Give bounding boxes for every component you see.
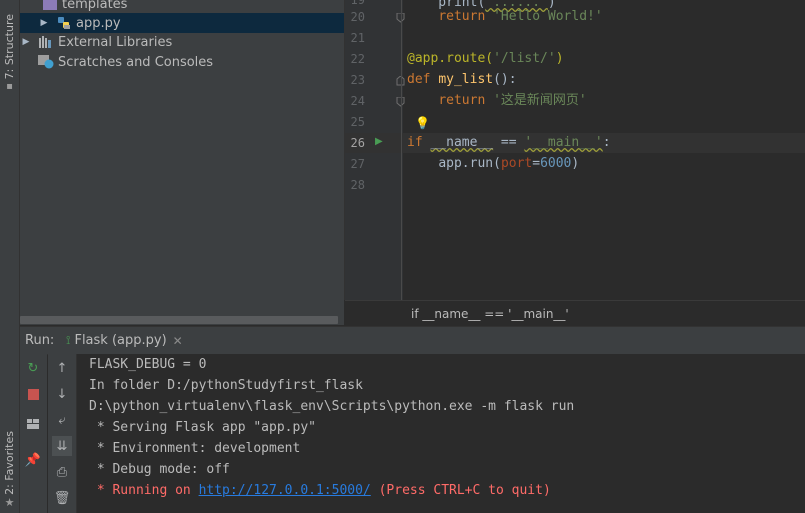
run-toolbar-primary: ↻ 📌 <box>20 354 47 513</box>
left-tool-strip: 7: Structure ▪ 2: Favorites ★ <box>0 0 20 513</box>
code-line-27: app.run(port=6000) <box>438 156 580 171</box>
code-line-20: return 'Hello World!' <box>438 9 603 24</box>
tree-item-external-libraries[interactable]: ▶ External Libraries <box>20 32 344 52</box>
run-tab-label: Flask (app.py) <box>74 333 167 348</box>
flask-run-icon: ⟟ <box>66 333 71 347</box>
running-suffix: (Press CTRL+C to quit) <box>370 483 551 498</box>
console-line: In folder D:/pythonStudyfirst_flask <box>89 378 363 393</box>
soft-wrap-button[interactable]: ⤶ <box>52 410 72 430</box>
run-gutter-icon[interactable]: ▶ <box>375 136 383 147</box>
run-toolbar-secondary: ↑ ↓ ⤶ ⇊ ⎙ 🗑 <box>48 354 77 513</box>
scroll-up-button[interactable]: ↑ <box>52 358 72 378</box>
tree-item-app-py[interactable]: ▶ app.py <box>20 13 344 33</box>
run-console-output[interactable]: FLASK_DEBUG = 0 In folder D:/pythonStudy… <box>77 354 805 513</box>
clear-all-button[interactable]: 🗑 <box>52 488 72 508</box>
tree-item-label: External Libraries <box>58 34 173 50</box>
star-icon: ★ <box>4 496 15 510</box>
project-horizontal-scrollbar[interactable] <box>20 316 338 324</box>
lightbulb-icon[interactable]: 💡 <box>415 116 430 130</box>
expand-arrow-icon[interactable]: ▶ <box>20 36 32 48</box>
line-number-current: 26 <box>350 136 365 150</box>
console-line: FLASK_DEBUG = 0 <box>89 357 207 372</box>
tree-item-label: app.py <box>76 15 121 31</box>
stop-button[interactable] <box>23 384 43 404</box>
console-line-running: * Running on http://127.0.0.1:5000/ (Pre… <box>89 480 551 501</box>
project-tree-panel: templates ▶ app.py ▶ External Libraries … <box>20 0 344 325</box>
structure-icon: ▪ <box>6 81 13 93</box>
pin-icon: 📌 <box>24 452 42 468</box>
structure-tool-tab[interactable]: 7: Structure ▪ <box>0 8 19 98</box>
console-line: * Debug mode: off <box>89 462 230 477</box>
code-line-23: def my_list(): <box>407 72 517 87</box>
line-number: 21 <box>350 31 365 45</box>
line-number-19: 19 <box>350 0 365 7</box>
print-button[interactable]: ⎙ <box>52 462 72 482</box>
structure-tab-label: 7: Structure <box>3 13 16 80</box>
line-numbers: 19 20 21 22 23 24 25 26 27 28 ▶ 💡 <box>345 0 430 300</box>
trash-icon: 🗑 <box>53 490 71 506</box>
line-number: 22 <box>350 52 365 66</box>
favorites-tool-tab[interactable]: 2: Favorites ★ <box>0 430 19 510</box>
tree-item-templates[interactable]: templates <box>20 0 344 14</box>
line-number: 28 <box>350 178 365 192</box>
tree-item-scratches[interactable]: Scratches and Consoles <box>20 52 344 72</box>
expand-arrow-icon[interactable]: ▶ <box>38 17 50 29</box>
rerun-button[interactable]: ↻ <box>23 358 43 378</box>
running-prefix: * Running on <box>89 483 199 498</box>
python-file-icon <box>56 16 72 30</box>
run-label: Run: <box>25 333 55 348</box>
line-number: 20 <box>350 10 365 24</box>
scratches-icon <box>38 55 54 69</box>
code-line-24: return '这是新闻网页' <box>438 93 587 108</box>
line-number: 24 <box>350 94 365 108</box>
code-line-26: if __name__ == '__main__': <box>407 135 611 150</box>
line-number: 25 <box>350 115 365 129</box>
folder-icon <box>42 0 58 11</box>
line-number: 23 <box>350 73 365 87</box>
line-number: 27 <box>350 157 365 171</box>
libraries-icon <box>38 35 54 49</box>
editor-breadcrumb[interactable]: if __name__ == '__main__' <box>345 300 805 326</box>
tree-item-label: Scratches and Consoles <box>58 54 214 70</box>
scroll-down-button[interactable]: ↓ <box>52 384 72 404</box>
console-line: * Serving Flask app "app.py" <box>89 420 316 435</box>
favorites-tab-label: 2: Favorites <box>3 430 16 495</box>
code-line-22: @app.route('/list/') <box>407 51 564 66</box>
printer-icon: ⎙ <box>56 464 68 480</box>
breadcrumb-text: if __name__ == '__main__' <box>411 307 569 321</box>
indent-guide <box>401 0 402 300</box>
pin-tab-button[interactable]: 📌 <box>23 450 43 470</box>
close-icon[interactable]: ✕ <box>173 334 183 348</box>
server-url-link[interactable]: http://127.0.0.1:5000/ <box>199 483 371 498</box>
scroll-to-end-button[interactable]: ⇊ <box>52 436 72 456</box>
restore-layout-button[interactable] <box>23 414 43 434</box>
console-line: * Environment: development <box>89 441 301 456</box>
run-tab-flask[interactable]: ⟟ Flask (app.py) ✕ <box>66 327 183 354</box>
tree-item-label: templates <box>62 0 128 12</box>
console-line: D:\python_virtualenv\flask_env\Scripts\p… <box>89 399 575 414</box>
run-tool-window-header: Run: ⟟ Flask (app.py) ✕ <box>20 326 805 355</box>
